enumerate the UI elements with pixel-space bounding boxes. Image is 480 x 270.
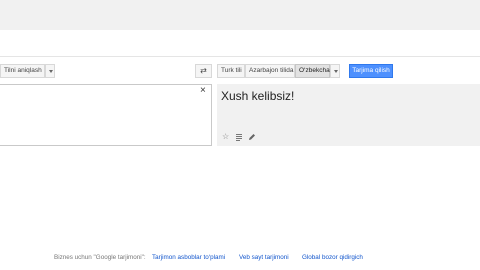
target-lang-azerbaijani[interactable]: Azarbajon tilida <box>245 64 295 78</box>
translation-result-panel: Xush kelibsiz! ☆ <box>217 84 480 146</box>
source-language-dropdown[interactable] <box>45 64 55 78</box>
translate-button[interactable]: Tarjima qilish <box>349 64 393 78</box>
header-divider <box>0 56 480 57</box>
target-lang-turkish[interactable]: Turk tili <box>217 64 245 78</box>
top-bar <box>0 0 480 30</box>
footer-business-label: Biznes uchun "Google tarjimoni": <box>54 254 146 261</box>
pencil-icon[interactable] <box>248 133 256 141</box>
footer-link-toolkit[interactable]: Tarjimon asboblar to‘plami <box>152 254 225 261</box>
detect-language-button[interactable]: Tilni aniqlash <box>0 64 45 78</box>
translation-result-text: Xush kelibsiz! <box>221 89 295 103</box>
source-text-input[interactable] <box>0 84 212 146</box>
swap-languages-button[interactable]: ⇄ <box>195 64 212 78</box>
clear-icon[interactable]: × <box>200 86 206 96</box>
footer-link-market-finder[interactable]: Global bozor qidirgich <box>302 254 363 261</box>
list-icon[interactable] <box>235 133 243 141</box>
footer-link-website-translator[interactable]: Veb sayt tarjimoni <box>239 254 289 261</box>
target-language-dropdown[interactable] <box>330 64 340 78</box>
star-icon[interactable]: ☆ <box>222 133 230 141</box>
swap-languages-icon: ⇄ <box>200 66 207 75</box>
target-lang-uzbek[interactable]: O‘zbekcha <box>295 64 330 78</box>
